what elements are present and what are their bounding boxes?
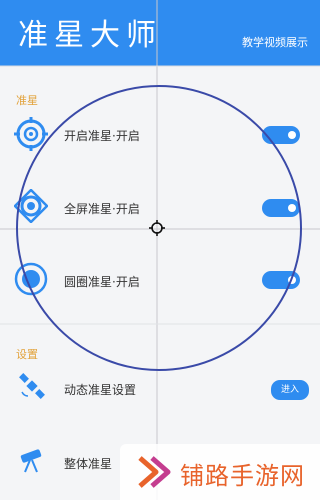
crosshair-circle xyxy=(16,85,302,371)
app-title: 准星大师 xyxy=(18,18,162,53)
toggle-knob xyxy=(288,204,296,212)
crosshair-toggle-3[interactable] xyxy=(262,271,300,289)
overall-crosshair-label: 整体准星 xyxy=(64,457,113,471)
crosshair-toggle-1[interactable] xyxy=(262,126,300,144)
crosshair-toggle-label-3: 圆圈准星·开启 xyxy=(64,275,140,289)
crosshair-toggle-label-2: 全屏准星·开启 xyxy=(64,202,140,216)
target-ring-icon xyxy=(14,117,48,151)
play-chevron-logo xyxy=(138,456,171,488)
telescope-icon xyxy=(20,449,42,473)
enter-button[interactable]: 进入 xyxy=(270,380,310,400)
crosshair-center-icon xyxy=(149,220,165,236)
app-header: 准星大师 教学视频展示 xyxy=(0,0,320,66)
watermark-text: 铺路手游网 xyxy=(180,462,305,490)
section-label-crosshair: 准星 xyxy=(16,94,38,107)
crosshair-overlay xyxy=(0,0,320,500)
target-dot-icon xyxy=(14,262,48,296)
tutorial-video-link[interactable]: 教学视频展示 xyxy=(242,34,308,50)
toggle-knob xyxy=(288,276,296,284)
crosshair-toggle-2[interactable] xyxy=(262,199,300,217)
section-label-settings: 设置 xyxy=(16,348,38,361)
crosshair-toggle-label-1: 开启准星·开启 xyxy=(64,129,140,143)
toggle-knob xyxy=(288,131,296,139)
target-diamond-icon xyxy=(14,189,48,223)
watermark: 铺路手游网 xyxy=(120,444,320,500)
satellite-icon xyxy=(19,373,45,399)
dynamic-crosshair-settings-label: 动态准星设置 xyxy=(64,383,137,397)
